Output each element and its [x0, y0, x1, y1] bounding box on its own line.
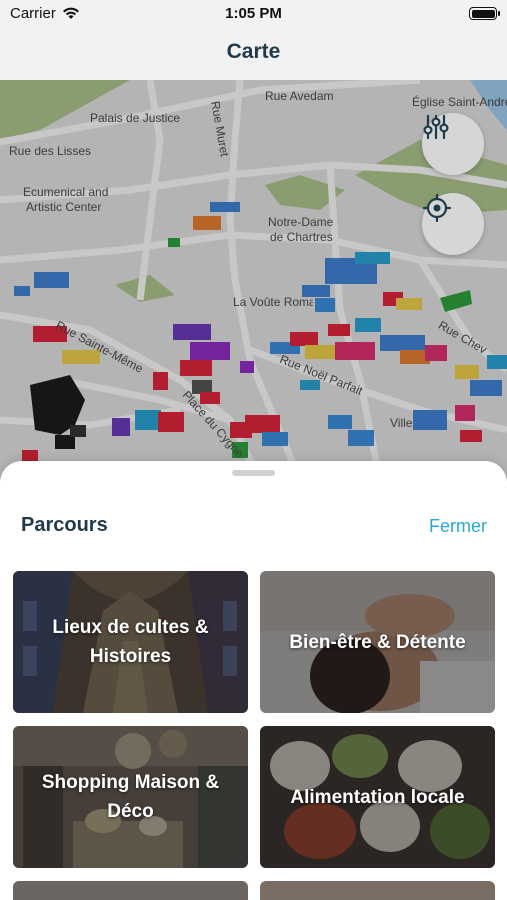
map-label-ville: Ville [390, 416, 413, 430]
crosshair-icon [422, 193, 452, 223]
sliders-icon [423, 114, 449, 140]
route-card-label: Lieux de cultes & Histoires [52, 617, 209, 667]
sheet-drag-handle[interactable] [232, 470, 275, 476]
navigation-bar: Carte [0, 28, 507, 80]
filter-button[interactable] [422, 113, 484, 175]
route-card-alimentation[interactable]: Alimentation locale [260, 726, 495, 868]
app-screen: Carrier 1:05 PM Carte Rue Avedam Église … [0, 0, 507, 900]
map-label-palais: Palais de Justice [90, 111, 181, 125]
route-card-partial[interactable] [260, 881, 495, 900]
route-card-label: Bien-être & Détente [289, 631, 466, 653]
route-card-label: Shopping Maison & Déco [41, 772, 220, 822]
map-label-notre-dame-1: Notre-Dame [268, 215, 334, 229]
map-label-eglise: Église Saint-André [412, 95, 507, 109]
map-label-rue-lisses: Rue des Lisses [9, 144, 92, 158]
map-label-rue-avedam: Rue Avedam [265, 89, 334, 103]
route-card-cultes[interactable]: Lieux de cultes & Histoires [13, 571, 248, 713]
map-label-voute: La Voûte Romane [233, 295, 313, 309]
battery-icon [469, 7, 500, 20]
route-card-bien-etre[interactable]: Bien-être & Détente [260, 571, 495, 713]
map-label-ecumenical-1: Ecumenical and [23, 185, 109, 199]
status-bar: Carrier 1:05 PM [0, 0, 507, 28]
close-button[interactable]: Fermer [429, 516, 487, 537]
route-card-shopping[interactable]: Shopping Maison & Déco [13, 726, 248, 868]
route-card-partial[interactable] [13, 881, 248, 900]
status-time: 1:05 PM [225, 5, 282, 22]
sheet-title: Parcours [21, 514, 108, 536]
map-view[interactable]: Rue Avedam Église Saint-André Palais de … [0, 80, 507, 480]
map-label-ecumenical-2: Artistic Center [26, 200, 102, 214]
page-title: Carte [226, 40, 281, 63]
map-label-notre-dame-2: de Chartres [270, 230, 333, 244]
route-card-label: Alimentation locale [290, 786, 465, 808]
locate-button[interactable] [422, 193, 484, 255]
parcours-sheet: Parcours Fermer Lieux de cultes & Histoi… [0, 461, 507, 900]
